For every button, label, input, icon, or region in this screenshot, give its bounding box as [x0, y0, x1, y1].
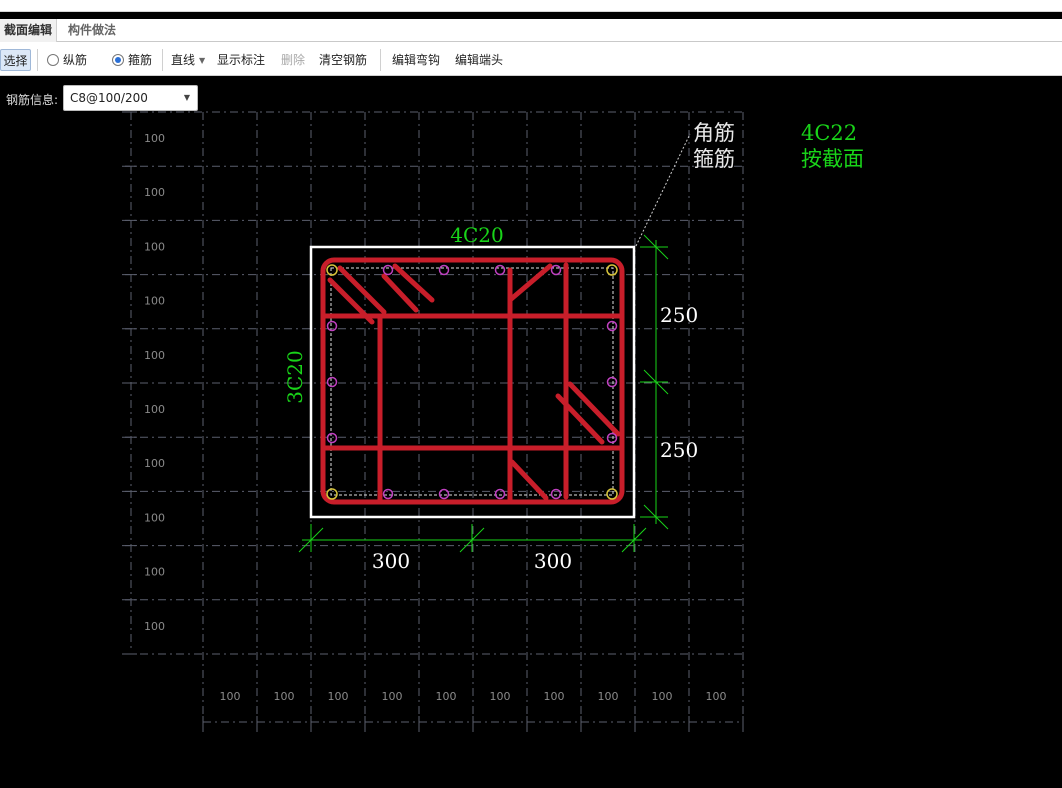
radio-stirrup[interactable]: 箍筋	[112, 50, 152, 70]
grid-label-bottom: 100	[382, 690, 403, 703]
legend-value-stirrup[interactable]: 按截面	[801, 147, 864, 171]
clear-rebar-button[interactable]: 清空钢筋	[319, 50, 367, 70]
toolbar-separator	[380, 49, 381, 71]
show-annotation-button[interactable]: 显示标注	[217, 50, 265, 70]
radio-stirrup-label: 箍筋	[128, 53, 153, 67]
grid-label-left: 100	[144, 186, 165, 199]
grid-label-bottom: 100	[598, 690, 619, 703]
leader-line	[635, 133, 691, 247]
caret-down-icon: ▼	[199, 56, 206, 65]
top-menu-strip	[0, 0, 1062, 12]
grid	[122, 111, 744, 732]
hook-line	[509, 459, 549, 501]
rebar-dot[interactable]	[606, 376, 618, 388]
rebar-dot[interactable]	[326, 376, 338, 388]
toolbar: 选择 纵筋 箍筋 直线 ▼ 显示标注 删除 清空钢筋 编辑弯钩 编辑端头	[0, 42, 1062, 76]
toolbar-separator	[162, 49, 163, 71]
corner-rebar-dot[interactable]	[606, 488, 618, 500]
hook-line	[567, 381, 621, 437]
grid-label-left: 100	[144, 457, 165, 470]
radio-unchecked-icon	[47, 54, 59, 66]
toolbar-separator	[37, 49, 38, 71]
grid-label-bottom: 100	[490, 690, 511, 703]
grid-labels: 100 100 100 100 100 100 100 100 100 100 100 100 100 1…	[144, 132, 727, 703]
corner-rebar-dot[interactable]	[606, 264, 618, 276]
legend-key-stirrup: 箍筋	[693, 147, 735, 171]
grid-label-bottom: 100	[328, 690, 349, 703]
rebar-dot[interactable]	[382, 264, 394, 276]
dim-text-right-lower: 250	[660, 438, 698, 462]
grid-label-left: 100	[144, 620, 165, 633]
rebar-dot[interactable]	[550, 488, 562, 500]
grid-label-bottom: 100	[436, 690, 457, 703]
corner-rebar-dot[interactable]	[326, 488, 338, 500]
grid-label-left: 100	[144, 403, 165, 416]
corner-rebar-dot[interactable]	[326, 264, 338, 276]
rebar-dot[interactable]	[438, 264, 450, 276]
tab-bar: 截面编辑 构件做法	[0, 19, 1062, 42]
rebar-dot[interactable]	[550, 264, 562, 276]
grid-label-bottom: 100	[544, 690, 565, 703]
grid-label-bottom: 100	[706, 690, 727, 703]
radio-longitudinal[interactable]: 纵筋	[47, 50, 87, 70]
select-button[interactable]: 选择	[0, 49, 31, 71]
edit-end-button[interactable]: 编辑端头	[455, 50, 503, 70]
grid-label-left: 100	[144, 349, 165, 362]
section-editor-window: 截面编辑 构件做法 选择 纵筋 箍筋 直线 ▼ 显示标注 删除 清空钢筋 编辑弯钩…	[0, 0, 1062, 788]
line-dropdown[interactable]: 直线 ▼	[171, 50, 205, 70]
grid-label-left: 100	[144, 240, 165, 253]
grid-label-left: 100	[144, 295, 165, 308]
radio-checked-icon	[112, 54, 124, 66]
delete-button[interactable]: 删除	[281, 50, 305, 70]
stirrup-corner-line	[507, 263, 553, 303]
top-rebar-label[interactable]: 4C20	[450, 223, 503, 247]
rebar-dot[interactable]	[382, 488, 394, 500]
line-dropdown-label: 直线	[171, 53, 196, 67]
tab-section-edit[interactable]: 截面编辑	[0, 19, 58, 42]
tab-component-method[interactable]: 构件做法	[64, 19, 120, 42]
dim-text-right-upper: 250	[660, 303, 698, 327]
dim-text-bottom-right: 300	[534, 549, 572, 573]
grid-label-bottom: 100	[274, 690, 295, 703]
grid-label-bottom: 100	[652, 690, 673, 703]
grid-label-left: 100	[144, 511, 165, 524]
rebar-dot[interactable]	[494, 488, 506, 500]
radio-longitudinal-label: 纵筋	[63, 53, 88, 67]
grid-label-left: 100	[144, 566, 165, 579]
grid-label-bottom: 100	[220, 690, 241, 703]
grid-label-left: 100	[144, 132, 165, 145]
legend-value-corner[interactable]: 4C22	[801, 121, 857, 145]
side-rebar-label[interactable]: 3C20	[283, 350, 307, 403]
edit-hook-button[interactable]: 编辑弯钩	[392, 50, 440, 70]
rebar-dot[interactable]	[494, 264, 506, 276]
rebar-dot[interactable]	[606, 432, 618, 444]
drawing-canvas[interactable]: 100 100 100 100 100 100 100 100 100 100 100 100 100 1…	[0, 76, 1062, 788]
rebar-dot[interactable]	[326, 432, 338, 444]
legend-key-corner: 角筋	[693, 121, 735, 145]
rebar-dot[interactable]	[438, 488, 450, 500]
dim-text-bottom-left: 300	[372, 549, 410, 573]
